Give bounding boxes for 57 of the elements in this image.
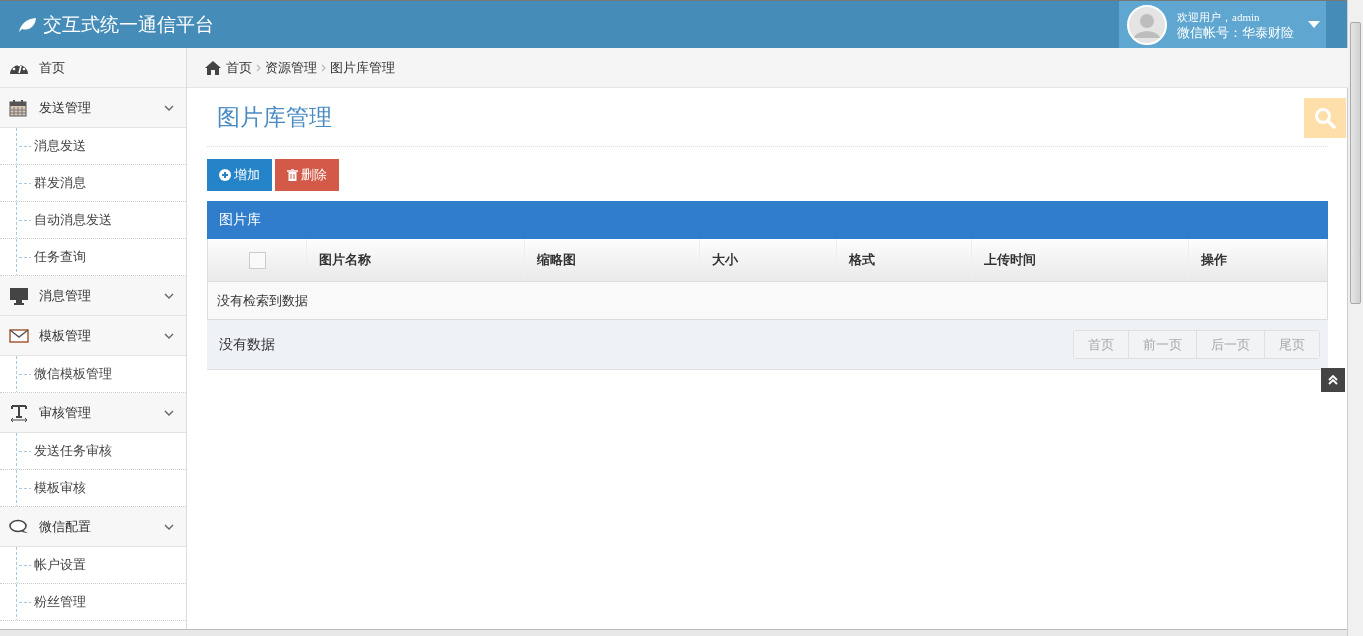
sidebar-subitem[interactable]: 自动消息发送: [0, 202, 186, 239]
sidebar-subitem[interactable]: 任务查询: [0, 239, 186, 276]
double-chevron-icon: [1328, 375, 1338, 385]
sidebar-item[interactable]: 首页: [0, 48, 186, 88]
envelope-icon: [9, 328, 29, 343]
calendar-icon: [9, 98, 27, 117]
back-to-top-button[interactable]: [1321, 368, 1345, 392]
sidebar-subitem[interactable]: 帐户设置: [0, 547, 186, 584]
sidebar-item[interactable]: 模板管理: [0, 316, 186, 356]
monitor-icon: [9, 286, 29, 305]
sidebar-subitem[interactable]: 粉丝管理: [0, 584, 186, 621]
search-icon: [1314, 107, 1336, 129]
delete-button[interactable]: 删除: [275, 159, 339, 191]
breadcrumb-link[interactable]: 资源管理: [265, 58, 317, 77]
chevron-icon: [164, 292, 174, 299]
leaf-icon: [17, 16, 37, 33]
separator-icon: [321, 63, 326, 72]
breadcrumb-link[interactable]: 首页: [226, 58, 252, 77]
sidebar-subitem[interactable]: 群发消息: [0, 165, 186, 202]
welcome-text: 欢迎用户，admin: [1177, 9, 1261, 25]
vertical-scrollbar[interactable]: [1347, 0, 1363, 636]
column-header: 操作: [1188, 239, 1327, 281]
account-text: 微信帐号：华泰财险: [1177, 24, 1294, 40]
app-title: 交互式统一通信平台: [43, 11, 214, 37]
column-header: 格式: [836, 239, 971, 281]
sidebar-subitem[interactable]: 发送任务审核: [0, 433, 186, 470]
chevron-icon: [164, 409, 174, 416]
select-all-checkbox[interactable]: [248, 251, 266, 269]
page-title: 图片库管理: [217, 102, 332, 132]
trash-icon: [287, 169, 298, 181]
status-text: 没有数据: [219, 335, 275, 354]
chat-icon: [9, 518, 29, 535]
column-header: 缩略图: [524, 239, 699, 281]
column-header: 上传时间: [971, 239, 1188, 281]
plus-icon: [219, 169, 231, 181]
add-button[interactable]: 增加: [207, 159, 272, 191]
avatar-icon: [1127, 4, 1167, 45]
chevron-icon: [164, 104, 174, 111]
column-header: 图片名称: [306, 239, 524, 281]
sidebar-subitem[interactable]: 微信模板管理: [0, 356, 186, 393]
home-icon: [204, 60, 222, 75]
panel-title: 图片库: [219, 211, 261, 229]
sidebar-subitem[interactable]: 消息发送: [0, 128, 186, 165]
sidebar-item[interactable]: 消息管理: [0, 276, 186, 316]
empty-message: 没有检索到数据: [207, 282, 1328, 320]
text-icon: [9, 403, 29, 422]
separator-icon: [256, 63, 261, 72]
sidebar-item[interactable]: 发送管理: [0, 88, 186, 128]
search-button[interactable]: [1304, 98, 1346, 138]
horizontal-scrollbar[interactable]: [0, 629, 1347, 636]
sidebar-subitem[interactable]: 模板审核: [0, 470, 186, 507]
column-header: 大小: [699, 239, 836, 281]
sidebar-item[interactable]: 审核管理: [0, 393, 186, 433]
chevron-icon: [164, 523, 174, 530]
sidebar-item[interactable]: 微信配置: [0, 507, 186, 547]
chevron-icon: [164, 332, 174, 339]
caret-icon: [1308, 21, 1320, 28]
